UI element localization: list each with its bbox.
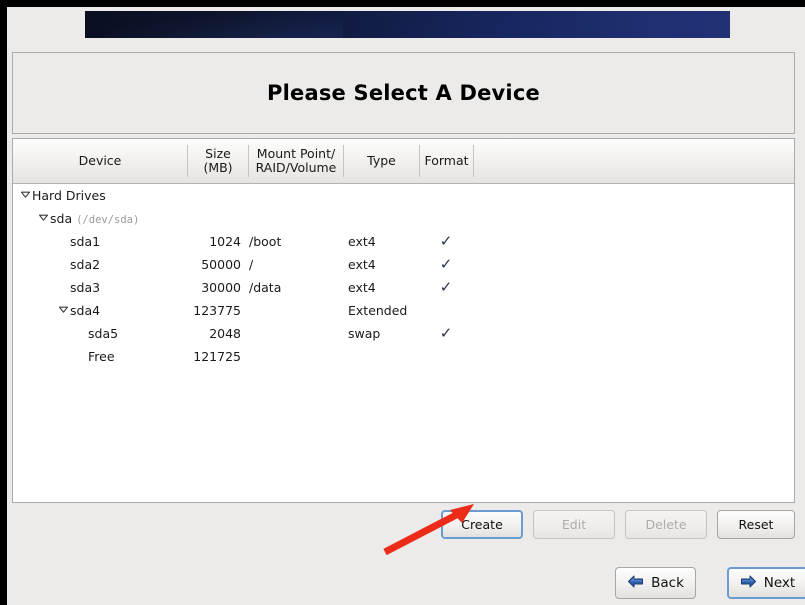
row-device-cell: sda (/dev/sda) xyxy=(37,207,139,230)
row-device-path: (/dev/sda) xyxy=(76,214,140,226)
row-size-cell: 50000 xyxy=(201,257,241,272)
row-type-cell: ext4 xyxy=(348,257,376,272)
banner-sheen xyxy=(85,11,343,38)
table-row[interactable]: sda3 30000/data ext4 ✓ xyxy=(13,276,794,299)
column-header-size[interactable]: Size (MB) xyxy=(188,139,248,183)
row-device-cell: sda3 xyxy=(57,276,100,299)
next-button-label: Next xyxy=(763,575,796,591)
row-format-cell xyxy=(421,184,471,207)
create-button-label: Create xyxy=(461,517,503,532)
tree-expander-expanded-icon[interactable] xyxy=(57,299,70,322)
window-surface: Please Select A Device Device Size (MB) … xyxy=(7,7,805,605)
back-button-label: Back xyxy=(651,575,684,591)
row-device-name: sda1 xyxy=(70,234,101,249)
row-device-name: sda5 xyxy=(88,326,119,341)
row-device-name: sda2 xyxy=(70,257,101,272)
row-device-name: sda3 xyxy=(70,280,101,295)
column-divider-5[interactable] xyxy=(473,145,474,177)
table-row[interactable]: sda4 123775 Extended xyxy=(13,299,794,322)
column-header-mountpoint[interactable]: Mount Point/ RAID/Volume xyxy=(249,139,343,183)
next-button[interactable]: Next xyxy=(727,567,805,599)
table-row[interactable]: sda2 50000 / ext4 ✓ xyxy=(13,253,794,276)
table-header-row: Device Size (MB) Mount Point/ RAID/Volum… xyxy=(13,139,794,184)
row-device-cell: Free xyxy=(75,345,115,368)
table-row[interactable]: sda1 1024/boot ext4 ✓ xyxy=(13,230,794,253)
page-title: Please Select A Device xyxy=(267,81,540,105)
table-body: Hard Drives sda (/dev/sda) sda1 1024/boot ext… xyxy=(13,184,794,502)
column-header-device-label: Device xyxy=(78,153,122,168)
column-header-type-label: Type xyxy=(367,153,396,168)
row-device-name: sda xyxy=(50,211,73,226)
column-header-size-label: Size xyxy=(205,146,231,161)
reset-button-label: Reset xyxy=(738,517,774,532)
tree-expander-placeholder xyxy=(57,253,70,276)
table-row[interactable]: sda5 2048 swap ✓ xyxy=(13,322,794,345)
row-format-cell: ✓ xyxy=(421,230,471,253)
column-header-mountpoint-sublabel: RAID/Volume xyxy=(255,160,337,175)
row-type-cell: swap xyxy=(348,326,381,341)
row-mountpoint-cell: /data xyxy=(249,280,282,295)
row-type-cell: ext4 xyxy=(348,234,376,249)
column-header-size-sublabel: (MB) xyxy=(203,160,233,175)
row-device-cell: sda4 xyxy=(57,299,100,322)
create-button[interactable]: Create xyxy=(441,510,523,539)
row-device-name: Hard Drives xyxy=(32,188,106,203)
row-type-cell: Extended xyxy=(348,303,408,318)
row-size-cell: 121725 xyxy=(193,349,241,364)
row-format-cell xyxy=(421,207,471,230)
delete-button-label: Delete xyxy=(645,517,687,532)
tree-expander-placeholder xyxy=(57,276,70,299)
format-check-icon: ✓ xyxy=(439,255,453,273)
row-size-cell: 1024 xyxy=(209,234,241,249)
tree-expander-expanded-icon[interactable] xyxy=(37,207,50,230)
row-device-cell: sda5 xyxy=(75,322,118,345)
table-row[interactable]: sda (/dev/sda) xyxy=(13,207,794,230)
table-row[interactable]: Hard Drives xyxy=(13,184,794,207)
format-check-icon: ✓ xyxy=(439,278,453,296)
arrow-left-icon xyxy=(627,574,644,593)
row-format-cell: ✓ xyxy=(421,253,471,276)
row-size-cell: 2048 xyxy=(209,326,241,341)
row-device-name: sda4 xyxy=(70,303,101,318)
row-format-cell: ✓ xyxy=(421,322,471,345)
installer-window: Please Select A Device Device Size (MB) … xyxy=(0,0,805,605)
tree-expander-placeholder xyxy=(75,345,88,368)
row-format-cell xyxy=(421,299,471,322)
title-panel: Please Select A Device xyxy=(12,52,795,134)
row-device-cell: sda2 xyxy=(57,253,100,276)
edit-button[interactable]: Edit xyxy=(533,510,615,539)
row-device-cell: sda1 xyxy=(57,230,100,253)
arrow-right-icon xyxy=(740,574,757,593)
row-device-cell: Hard Drives xyxy=(19,184,106,207)
row-size-cell xyxy=(153,207,241,230)
partition-action-bar: Create Edit Delete Reset xyxy=(12,510,795,540)
column-header-format-label: Format xyxy=(424,153,469,168)
column-header-format[interactable]: Format xyxy=(420,139,473,183)
row-format-cell xyxy=(421,345,471,368)
row-mountpoint-cell: / xyxy=(249,257,254,272)
format-check-icon: ✓ xyxy=(439,324,453,342)
device-list-panel[interactable]: Device Size (MB) Mount Point/ RAID/Volum… xyxy=(12,138,795,503)
column-header-type[interactable]: Type xyxy=(344,139,419,183)
tree-expander-expanded-icon[interactable] xyxy=(19,184,32,207)
row-size-cell xyxy=(153,184,241,207)
row-format-cell: ✓ xyxy=(421,276,471,299)
column-header-mountpoint-label: Mount Point/ xyxy=(256,146,336,161)
tree-expander-placeholder xyxy=(75,322,88,345)
back-button[interactable]: Back xyxy=(615,567,696,599)
product-banner xyxy=(85,11,730,38)
edit-button-label: Edit xyxy=(561,517,587,532)
tree-expander-placeholder xyxy=(57,230,70,253)
delete-button[interactable]: Delete xyxy=(625,510,707,539)
table-row[interactable]: Free 121725 xyxy=(13,345,794,368)
row-device-name: Free xyxy=(88,349,115,364)
reset-button[interactable]: Reset xyxy=(717,510,795,539)
format-check-icon: ✓ xyxy=(439,232,453,250)
row-size-cell: 123775 xyxy=(193,303,241,318)
row-type-cell: ext4 xyxy=(348,280,376,295)
row-size-cell: 30000 xyxy=(201,280,241,295)
wizard-navigation-bar: Back Next xyxy=(12,567,805,600)
column-header-device[interactable]: Device xyxy=(13,139,187,183)
row-mountpoint-cell: /boot xyxy=(249,234,282,249)
